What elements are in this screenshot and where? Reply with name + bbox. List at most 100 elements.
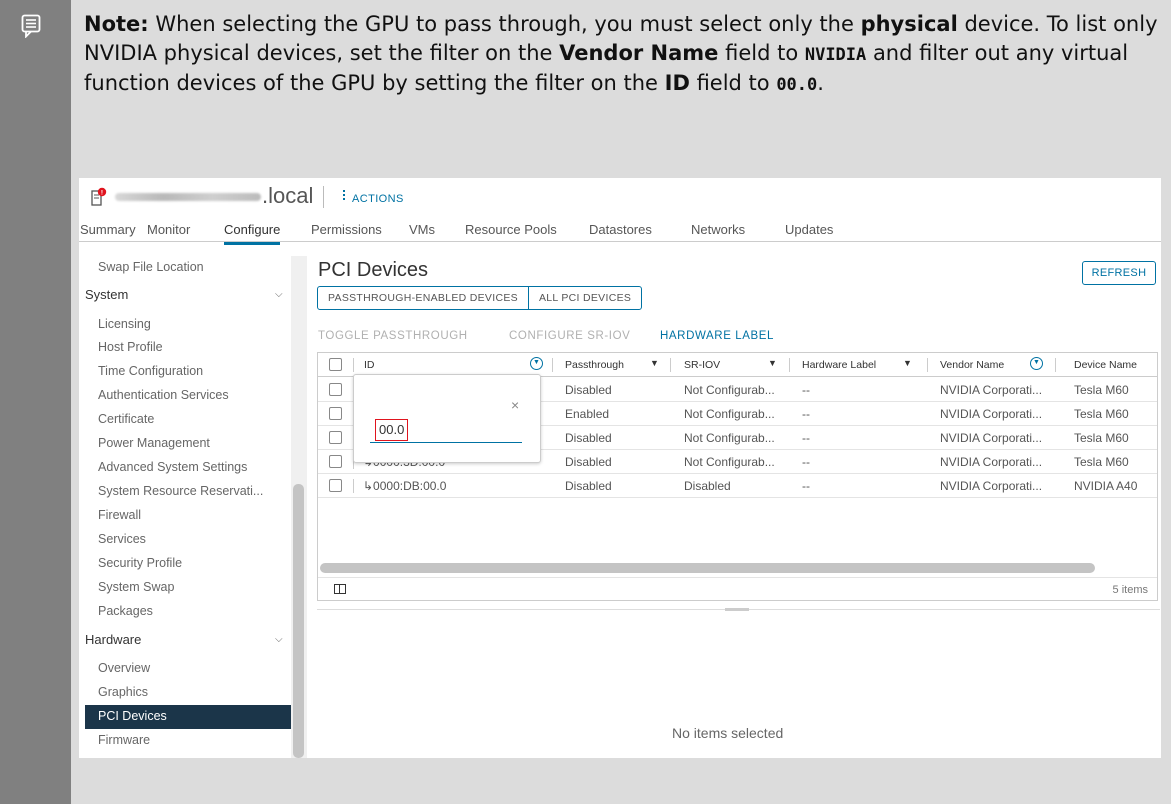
table-row[interactable]: ↳0000:DB:00.0 Disabled Disabled -- NVIDI… xyxy=(318,474,1157,498)
column-sr-iov[interactable]: SR-IOV xyxy=(684,359,720,371)
svg-text:!: ! xyxy=(101,190,103,197)
sidebar-scrollbar-thumb[interactable] xyxy=(293,484,304,758)
sidebar: Swap File Location System ⌵ Licensing Ho… xyxy=(79,250,291,758)
sidebar-group-hardware[interactable]: Hardware xyxy=(85,632,141,647)
sidebar-item-advanced-system-settings[interactable]: Advanced System Settings xyxy=(98,460,247,474)
filter-input-underline xyxy=(370,442,522,443)
device-view-toggle: PASSTHROUGH-ENABLED DEVICES ALL PCI DEVI… xyxy=(317,286,643,310)
cell-passthrough: Disabled xyxy=(565,455,612,469)
host-name: .local xyxy=(262,183,314,208)
note-vendor-name: Vendor Name xyxy=(559,40,719,65)
column-toggle-icon[interactable] xyxy=(334,584,346,594)
cell-sr-iov: Not Configurab... xyxy=(684,383,775,397)
sidebar-item-certificate[interactable]: Certificate xyxy=(98,412,154,426)
cell-id: ↳0000:DB:00.0 xyxy=(363,479,447,493)
sidebar-item-packages[interactable]: Packages xyxy=(98,604,153,618)
row-checkbox[interactable] xyxy=(329,455,342,468)
close-icon[interactable]: × xyxy=(511,397,519,413)
note-icon xyxy=(21,14,41,38)
tab-monitor[interactable]: Monitor xyxy=(147,222,190,237)
sidebar-item-overview[interactable]: Overview xyxy=(98,661,150,675)
tab-resource-pools[interactable]: Resource Pools xyxy=(465,222,557,237)
sidebar-item-security-profile[interactable]: Security Profile xyxy=(98,556,182,570)
filter-icon[interactable]: ▼ xyxy=(768,358,777,368)
sidebar-group-system[interactable]: System xyxy=(85,287,128,302)
refresh-button[interactable]: REFRESH xyxy=(1082,261,1156,285)
sidebar-item-graphics[interactable]: Graphics xyxy=(98,685,148,699)
cell-passthrough: Disabled xyxy=(565,383,612,397)
tab-updates[interactable]: Updates xyxy=(785,222,833,237)
cell-hardware-label: -- xyxy=(802,383,810,397)
chevron-down-icon[interactable]: ⌵ xyxy=(275,289,283,300)
cell-passthrough: Disabled xyxy=(565,431,612,445)
cell-device-name: Tesla M60 xyxy=(1074,431,1129,445)
cell-vendor-name: NVIDIA Corporati... xyxy=(940,383,1043,397)
sidebar-item-power-management[interactable]: Power Management xyxy=(98,436,210,450)
sidebar-item-host-profile[interactable]: Host Profile xyxy=(98,340,163,354)
cell-vendor-name: NVIDIA Corporati... xyxy=(940,431,1043,445)
chevron-down-icon[interactable]: ⌵ xyxy=(275,634,283,645)
horizontal-scrollbar[interactable] xyxy=(320,563,1095,573)
passthrough-enabled-devices-button[interactable]: PASSTHROUGH-ENABLED DEVICES xyxy=(318,287,528,309)
column-separator xyxy=(1055,358,1056,372)
cell-sr-iov: Disabled xyxy=(684,479,731,493)
row-checkbox[interactable] xyxy=(329,479,342,492)
configure-sr-iov-button[interactable]: CONFIGURE SR-IOV xyxy=(509,330,630,342)
kebab-icon xyxy=(343,190,346,202)
column-vendor-name[interactable]: Vendor Name xyxy=(940,359,1004,371)
tab-summary[interactable]: Summary xyxy=(80,222,136,237)
cell-device-name: Tesla M60 xyxy=(1074,407,1129,421)
column-passthrough[interactable]: Passthrough xyxy=(565,359,624,371)
sidebar-item-authentication-services[interactable]: Authentication Services xyxy=(98,388,229,402)
sidebar-item-system-swap[interactable]: System Swap xyxy=(98,580,174,594)
row-checkbox[interactable] xyxy=(329,407,342,420)
resize-handle[interactable] xyxy=(725,608,749,611)
column-separator xyxy=(927,358,928,372)
row-checkbox[interactable] xyxy=(329,383,342,396)
sidebar-item-firmware[interactable]: Firmware xyxy=(98,733,150,747)
id-filter-input[interactable]: 00.0 xyxy=(375,419,409,441)
note-text-5: field to xyxy=(689,71,777,96)
cell-passthrough: Disabled xyxy=(565,479,612,493)
note-text: Note: When selecting the GPU to pass thr… xyxy=(84,10,1159,100)
cell-sr-iov: Not Configurab... xyxy=(684,407,775,421)
filter-active-icon[interactable]: ▼ xyxy=(1030,357,1043,370)
note-text-6: . xyxy=(817,71,824,96)
cell-device-name: NVIDIA A40 xyxy=(1074,479,1138,493)
filter-icon[interactable]: ▼ xyxy=(903,358,912,368)
sidebar-item-label: PCI Devices xyxy=(98,709,167,723)
row-checkbox[interactable] xyxy=(329,431,342,444)
note-text-1: When selecting the GPU to pass through, … xyxy=(148,12,861,36)
column-device-name[interactable]: Device Name xyxy=(1074,359,1137,371)
sidebar-item-time-configuration[interactable]: Time Configuration xyxy=(98,364,203,378)
cell-vendor-name: NVIDIA Corporati... xyxy=(940,479,1043,493)
host-bar: ! .local ACTIONS xyxy=(79,178,1161,214)
column-separator xyxy=(670,358,671,372)
actions-menu[interactable]: ACTIONS xyxy=(343,190,404,205)
sidebar-item-system-resource-reservation[interactable]: System Resource Reservati... xyxy=(98,484,263,498)
sidebar-item-services[interactable]: Services xyxy=(98,532,146,546)
cell-hardware-label: -- xyxy=(802,407,810,421)
tab-datastores[interactable]: Datastores xyxy=(589,222,652,237)
filter-active-icon[interactable]: ▼ xyxy=(530,357,543,370)
all-pci-devices-button[interactable]: ALL PCI DEVICES xyxy=(527,287,641,309)
toggle-passthrough-button[interactable]: TOGGLE PASSTHROUGH xyxy=(318,330,468,342)
select-all-checkbox[interactable] xyxy=(329,358,342,371)
sidebar-item-firewall[interactable]: Firewall xyxy=(98,508,141,522)
sidebar-item-swap-file-location[interactable]: Swap File Location xyxy=(98,260,204,274)
filter-icon[interactable]: ▼ xyxy=(650,358,659,368)
page-title: PCI Devices xyxy=(318,259,429,281)
column-id[interactable]: ID xyxy=(364,359,375,371)
tab-vms[interactable]: VMs xyxy=(409,222,435,237)
note-id: ID xyxy=(664,71,690,96)
tab-permissions[interactable]: Permissions xyxy=(311,222,382,237)
tab-configure[interactable]: Configure xyxy=(224,222,281,245)
id-filter-popup: × 00.0 xyxy=(353,374,541,463)
tab-bar: Summary Monitor Configure Permissions VM… xyxy=(79,214,1161,245)
column-hardware-label[interactable]: Hardware Label xyxy=(802,359,876,371)
sidebar-item-licensing[interactable]: Licensing xyxy=(98,317,151,331)
sidebar-item-pci-devices[interactable]: PCI Devices xyxy=(85,705,291,729)
note-nvidia-code: NVIDIA xyxy=(804,44,867,65)
tab-networks[interactable]: Networks xyxy=(691,222,745,237)
hardware-label-button[interactable]: HARDWARE LABEL xyxy=(660,330,774,342)
